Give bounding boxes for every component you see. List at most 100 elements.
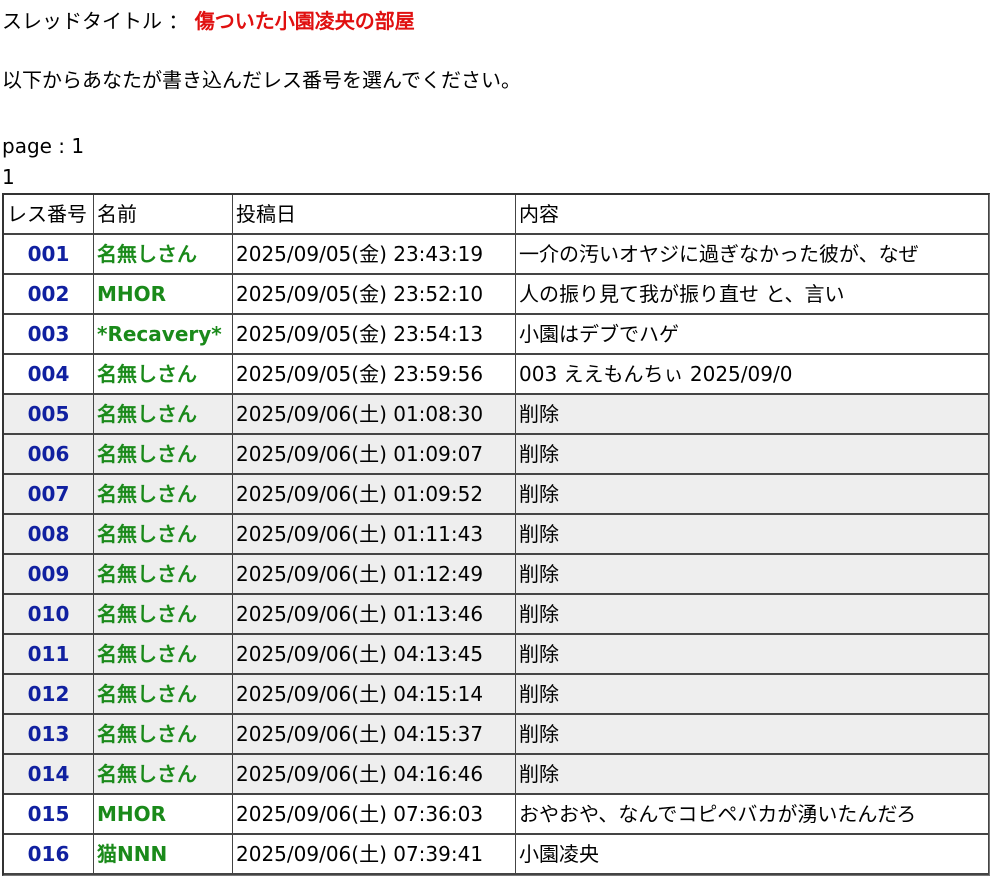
res-number-cell: 012 [4,675,94,715]
table-row: 004 名無しさん 2025/09/05(金) 23:59:56 003 ええもんちぃ… [4,355,989,395]
poster-name-cell: 名無しさん [94,235,233,275]
post-date-cell: 2025/09/06(土) 01:13:46 [233,595,516,635]
res-number-link[interactable]: 016 [28,842,70,866]
poster-name-cell: 猫NNN [94,835,233,875]
post-content-cell: 削除 [516,435,989,475]
table-row: 007 名無しさん 2025/09/06(土) 01:09:52 削除 [4,475,989,515]
res-number-cell: 007 [4,475,94,515]
res-number-link[interactable]: 005 [28,402,70,426]
poster-name: 名無しさん [97,402,197,426]
res-number-link[interactable]: 012 [28,682,70,706]
poster-name-cell: 名無しさん [94,555,233,595]
res-number-link[interactable]: 004 [28,362,70,386]
post-content-cell: 削除 [516,635,989,675]
table-row: 010 名無しさん 2025/09/06(土) 01:13:46 削除 [4,595,989,635]
res-number-link[interactable]: 006 [28,442,70,466]
poster-name: 名無しさん [97,522,197,546]
table-row: 008 名無しさん 2025/09/06(土) 01:11:43 削除 [4,515,989,555]
res-number-link[interactable]: 002 [28,282,70,306]
post-content-cell: 003 ええもんちぃ 2025/09/0 [516,355,989,395]
poster-name: MHOR [97,802,167,826]
table-row: 001 名無しさん 2025/09/05(金) 23:43:19 一介の汚いオヤジに過… [4,235,989,275]
poster-name-cell: 名無しさん [94,635,233,675]
post-date-cell: 2025/09/06(土) 01:09:07 [233,435,516,475]
thread-title-line: スレッドタイトル ： 傷ついた小園凌央の部屋 [2,8,415,34]
res-number-link[interactable]: 007 [28,482,70,506]
thread-title-label: スレッドタイトル ： [2,9,195,33]
res-number-link[interactable]: 003 [28,322,70,346]
post-content-cell: 削除 [516,675,989,715]
res-number-cell: 004 [4,355,94,395]
page-link-1[interactable]: 1 [2,164,15,190]
page-indicator: page : 1 [2,134,85,158]
table-row: 006 名無しさん 2025/09/06(土) 01:09:07 削除 [4,435,989,475]
poster-name-cell: 名無しさん [94,515,233,555]
poster-name: 名無しさん [97,722,197,746]
res-number-link[interactable]: 009 [28,562,70,586]
poster-name-cell: *Recavery* [94,315,233,355]
res-number-cell: 005 [4,395,94,435]
post-content-cell: 削除 [516,395,989,435]
table-header-row: レス番号 名前 投稿日 内容 [4,195,989,235]
poster-name: *Recavery* [97,322,222,346]
post-date-cell: 2025/09/06(土) 04:13:45 [233,635,516,675]
res-number-link[interactable]: 015 [28,802,70,826]
post-content-cell: 削除 [516,715,989,755]
poster-name: 名無しさん [97,762,197,786]
post-date-cell: 2025/09/06(土) 01:11:43 [233,515,516,555]
post-date-cell: 2025/09/06(土) 04:15:37 [233,715,516,755]
res-number-link[interactable]: 008 [28,522,70,546]
post-date-cell: 2025/09/06(土) 07:39:41 [233,835,516,875]
res-number-cell: 011 [4,635,94,675]
res-table-body: 001 名無しさん 2025/09/05(金) 23:43:19 一介の汚いオヤジに過… [4,235,989,875]
res-table: レス番号 名前 投稿日 内容 001 名無しさん 2025/09/05(金) 23:… [2,193,990,876]
post-content-cell: 人の振り見て我が振り直せ と、言い [516,275,989,315]
post-content-cell: おやおや、なんでコピペバカが湧いたんだろ [516,795,989,835]
poster-name-cell: 名無しさん [94,675,233,715]
post-date-cell: 2025/09/05(金) 23:43:19 [233,235,516,275]
res-number-link[interactable]: 011 [28,642,70,666]
post-date-cell: 2025/09/05(金) 23:52:10 [233,275,516,315]
post-content-cell: 削除 [516,555,989,595]
poster-name: MHOR [97,282,167,306]
post-date-cell: 2025/09/06(土) 04:15:14 [233,675,516,715]
table-row: 016 猫NNN 2025/09/06(土) 07:39:41 小園凌央 [4,835,989,875]
table-row: 002 MHOR 2025/09/05(金) 23:52:10 人の振り見て我が振り直… [4,275,989,315]
poster-name-cell: MHOR [94,275,233,315]
poster-name: 名無しさん [97,682,197,706]
table-row: 015 MHOR 2025/09/06(土) 07:36:03 おやおや、なんでコピペ… [4,795,989,835]
res-number-link[interactable]: 013 [28,722,70,746]
table-row: 012 名無しさん 2025/09/06(土) 04:15:14 削除 [4,675,989,715]
poster-name-cell: 名無しさん [94,435,233,475]
res-number-cell: 013 [4,715,94,755]
post-content-cell: 削除 [516,515,989,555]
post-date-cell: 2025/09/06(土) 01:09:52 [233,475,516,515]
res-number-cell: 015 [4,795,94,835]
table-row: 011 名無しさん 2025/09/06(土) 04:13:45 削除 [4,635,989,675]
res-number-link[interactable]: 014 [28,762,70,786]
header-res-no: レス番号 [4,195,94,235]
res-number-link[interactable]: 010 [28,602,70,626]
table-row: 014 名無しさん 2025/09/06(土) 04:16:46 削除 [4,755,989,795]
poster-name: 名無しさん [97,482,197,506]
res-number-cell: 006 [4,435,94,475]
post-date-cell: 2025/09/05(金) 23:59:56 [233,355,516,395]
poster-name: 名無しさん [97,602,197,626]
poster-name: 名無しさん [97,242,197,266]
poster-name-cell: 名無しさん [94,475,233,515]
post-content-cell: 小園はデブでハゲ [516,315,989,355]
res-number-cell: 010 [4,595,94,635]
table-row: 005 名無しさん 2025/09/06(土) 01:08:30 削除 [4,395,989,435]
post-content-cell: 削除 [516,475,989,515]
poster-name-cell: MHOR [94,795,233,835]
instruction-text: 以下からあなたが書き込んだレス番号を選んでください。 [2,68,521,92]
header-date: 投稿日 [233,195,516,235]
res-number-link[interactable]: 001 [28,242,70,266]
header-name: 名前 [94,195,233,235]
post-date-cell: 2025/09/06(土) 07:36:03 [233,795,516,835]
res-number-cell: 016 [4,835,94,875]
res-number-cell: 003 [4,315,94,355]
res-number-cell: 008 [4,515,94,555]
header-content: 内容 [516,195,989,235]
poster-name-cell: 名無しさん [94,715,233,755]
